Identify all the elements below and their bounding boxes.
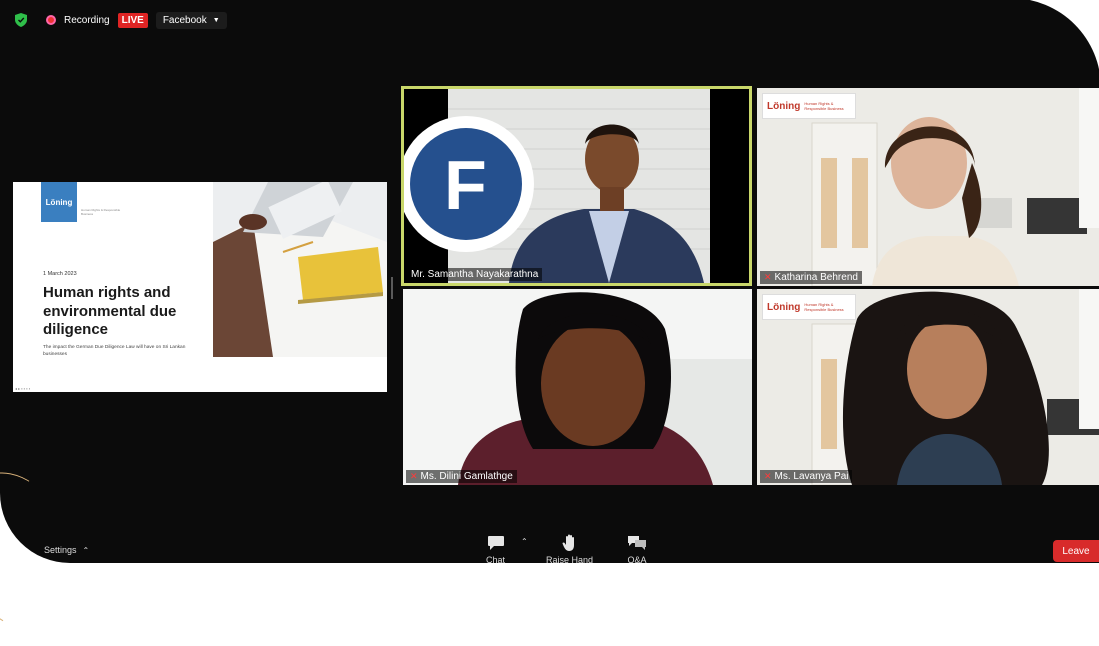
top-status-bar: Recording LIVE Facebook ▼	[14, 10, 227, 30]
raise-hand-label: Raise Hand	[546, 555, 594, 563]
slide-logo: Löning	[41, 182, 77, 222]
live-badge: LIVE	[117, 12, 148, 28]
participant-name: Mr. Samantha Nayakarathna	[411, 269, 539, 280]
mic-muted-icon: ✕	[764, 272, 772, 282]
slide-photo	[213, 182, 387, 357]
video-feed	[403, 289, 752, 485]
stream-target-label: Facebook	[162, 14, 207, 26]
window-corner	[981, 0, 1099, 88]
stream-target-dropdown[interactable]: Facebook ▼	[155, 11, 227, 29]
hand-icon	[562, 534, 578, 552]
participant-name-tag: ✕ Katharina Behrend	[760, 271, 862, 284]
recording-icon	[46, 15, 56, 25]
chat-button[interactable]: Chat	[486, 534, 505, 563]
chat-options-chevron-icon[interactable]: ⌃	[521, 537, 528, 546]
sign-tagline: Human Rights & Responsible Business	[804, 302, 844, 312]
raise-hand-button[interactable]: Raise Hand	[546, 534, 593, 563]
shared-screen-slide: Löning Human Rights & Responsible Busine…	[13, 182, 387, 392]
participant-name: Katharina Behrend	[774, 272, 858, 283]
qa-label: Q&A	[627, 555, 647, 563]
qa-button[interactable]: Q&A	[627, 534, 647, 563]
sign-tagline: Human Rights & Responsible Business	[804, 101, 844, 111]
slide-date: 1 March 2023	[43, 271, 77, 277]
mic-muted-icon: ✕	[764, 471, 772, 481]
participant-name-tag: ✕ Ms. Lavanya Pai	[760, 470, 853, 483]
background-sign: Löning Human Rights & Responsible Busine…	[762, 93, 856, 119]
video-tile-dilini[interactable]: ✕ Ms. Dilini Gamlathge	[403, 289, 752, 485]
sign-brand: Löning	[767, 100, 801, 112]
recording-label: Recording	[64, 14, 110, 26]
qa-icon	[627, 534, 647, 552]
chat-label: Chat	[486, 555, 506, 563]
slide-logo-subtitle: Human Rights & Responsible Business	[81, 208, 121, 216]
participant-name-tag: Mr. Samantha Nayakarathna	[407, 268, 543, 281]
video-feed: F	[404, 89, 749, 283]
slide-description: The impact the German Due Diligence Law …	[43, 345, 186, 357]
participant-name: Ms. Lavanya Pai	[774, 471, 849, 482]
slide-title: Human rights and environmental due dilig…	[43, 284, 177, 338]
mic-muted-icon: ✕	[410, 471, 418, 481]
leave-button[interactable]: Leave	[1053, 540, 1099, 562]
svg-text:F: F	[444, 146, 487, 224]
panel-splitter-handle[interactable]	[391, 277, 393, 299]
caret-down-icon: ▼	[212, 16, 220, 24]
slide-controls[interactable]: ◂ ▸ ▪ ▪ ▪ ▪	[15, 386, 30, 391]
video-tile-samantha[interactable]: F Mr. Samantha Nayakarathna	[401, 86, 752, 286]
chat-icon	[487, 534, 505, 552]
participant-name-tag: ✕ Ms. Dilini Gamlathge	[406, 470, 517, 483]
chevron-up-icon: ⌃	[82, 545, 90, 555]
meeting-window: Recording LIVE Facebook ▼ Löning Human R…	[0, 0, 1099, 563]
background-sign: Löning Human Rights & Responsible Busine…	[762, 294, 856, 320]
participant-name: Ms. Dilini Gamlathge	[420, 471, 513, 482]
sign-brand: Löning	[767, 301, 801, 313]
shield-icon[interactable]	[14, 12, 28, 28]
